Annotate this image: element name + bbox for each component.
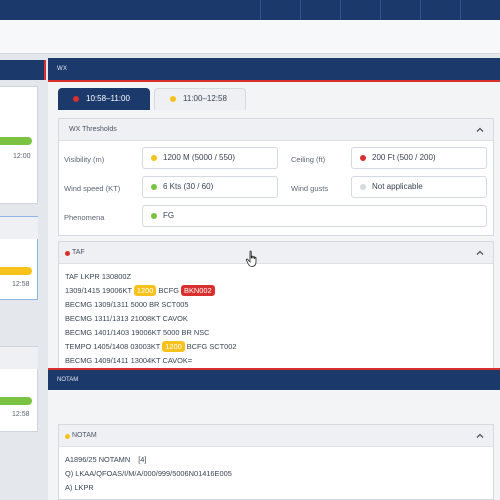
visibility-label: Visibility (m) bbox=[64, 155, 105, 164]
flight-card[interactable]: 12:00 bbox=[0, 86, 38, 204]
taf-line: BECMG 1409/1411 13004KT CAVOK= bbox=[65, 356, 193, 365]
taf-line: BECMG 1401/1403 19006KT 5000 BR NSC bbox=[65, 328, 210, 337]
flight-card[interactable]: 12:58 bbox=[0, 216, 38, 300]
flight-card[interactable]: 12:58 bbox=[0, 346, 38, 432]
chevron-up-icon[interactable] bbox=[475, 431, 485, 441]
ceiling-field: 200 Ft (500 / 200) bbox=[351, 147, 487, 169]
status-bar bbox=[0, 267, 32, 275]
wind-gusts-label: Wind gusts bbox=[291, 184, 329, 193]
wx-panel-header: WX bbox=[48, 58, 500, 82]
top-nav-bar bbox=[0, 0, 500, 20]
wind-speed-label: Wind speed (KT) bbox=[64, 184, 121, 193]
ceiling-badge: BKN002 bbox=[181, 285, 215, 296]
section-header[interactable]: TAF bbox=[59, 242, 493, 264]
hand-cursor-icon bbox=[245, 250, 257, 267]
status-dot bbox=[151, 184, 157, 190]
flight-time: 12:00 bbox=[13, 153, 31, 160]
status-dot bbox=[170, 96, 176, 102]
notam-id: A1896/25 NOTAMN bbox=[65, 455, 131, 464]
status-dot bbox=[151, 155, 157, 161]
notam-panel-header: NOTAM bbox=[48, 368, 500, 390]
taf-line: BECMG 1309/1311 5000 BR SCT005 bbox=[65, 300, 189, 309]
nav-icon-button[interactable] bbox=[460, 0, 482, 20]
phenomena-label: Phenomena bbox=[64, 213, 105, 222]
wx-thresholds-section: WX Thresholds Visibility (m) 1200 M (500… bbox=[58, 118, 494, 236]
status-dot bbox=[65, 251, 70, 256]
taf-text: BCFG SCT002 bbox=[186, 342, 237, 351]
flight-card-header bbox=[0, 217, 38, 239]
tab-label: 11:00–12:58 bbox=[183, 94, 227, 103]
visibility-field: 1200 M (5000 / 550) bbox=[142, 147, 278, 169]
notam-line: A) LKPR bbox=[65, 483, 94, 492]
status-dot bbox=[151, 213, 157, 219]
notam-line: Q) LKAA/QFOAS/I/M/A/000/999/5006N01416E0… bbox=[65, 469, 232, 478]
section-title: NOTAM bbox=[72, 432, 97, 439]
tab-period-2[interactable]: 11:00–12:58 bbox=[154, 88, 246, 110]
nav-icon-button[interactable] bbox=[260, 0, 282, 20]
tab-label: 10:58–11:00 bbox=[86, 94, 130, 103]
status-dot bbox=[65, 434, 70, 439]
phenomena-value: FG bbox=[163, 211, 175, 220]
nav-icon-button[interactable] bbox=[340, 0, 362, 20]
wx-panel: WX 10:58–11:00 11:00–12:58 WX Thresholds… bbox=[48, 58, 500, 388]
visibility-badge: 1200 bbox=[162, 341, 185, 352]
wx-panel-title: WX bbox=[57, 66, 68, 72]
section-header[interactable]: NOTAM bbox=[59, 425, 493, 447]
visibility-value: 1200 M (5000 / 550) bbox=[163, 153, 236, 162]
taf-text: TEMPO 1405/1408 03003KT bbox=[65, 342, 161, 351]
status-dot bbox=[360, 184, 366, 190]
flight-time: 12:58 bbox=[12, 411, 30, 418]
section-header[interactable]: WX Thresholds bbox=[59, 119, 493, 141]
wind-gusts-value: Not applicable bbox=[372, 182, 423, 191]
nav-icon-button[interactable] bbox=[420, 0, 442, 20]
section-title: WX Thresholds bbox=[69, 126, 117, 133]
nav-icon-button[interactable] bbox=[380, 0, 402, 20]
status-dot bbox=[73, 96, 79, 102]
status-dot bbox=[360, 155, 366, 161]
notam-panel-title: NOTAM bbox=[57, 377, 79, 383]
taf-line: TAF LKPR 130800Z bbox=[65, 272, 131, 281]
chevron-up-icon[interactable] bbox=[475, 125, 485, 135]
taf-text: 1309/1415 19006KT bbox=[65, 286, 132, 295]
notam-line: A1896/25 NOTAMN [4] bbox=[65, 455, 146, 464]
visibility-badge: 1200 bbox=[133, 285, 157, 296]
taf-line: BECMG 1311/1313 21008KT CAVOK bbox=[65, 314, 188, 323]
chevron-up-icon[interactable] bbox=[475, 248, 485, 258]
wind-speed-value: 6 Kts (30 / 60) bbox=[163, 182, 214, 191]
wind-gusts-field: Not applicable bbox=[351, 176, 487, 198]
flight-time: 12:58 bbox=[12, 281, 30, 288]
taf-text: BCFG bbox=[158, 286, 179, 295]
nav-icon-button[interactable] bbox=[300, 0, 322, 20]
toolbar bbox=[0, 20, 500, 54]
ceiling-label: Ceiling (ft) bbox=[291, 155, 326, 164]
status-bar bbox=[0, 137, 32, 145]
taf-section: TAF TAF LKPR 130800Z 1309/1415 19006KT 1… bbox=[58, 241, 494, 383]
status-bar bbox=[0, 397, 32, 405]
ceiling-value: 200 Ft (500 / 200) bbox=[372, 153, 436, 162]
tab-period-1[interactable]: 10:58–11:00 bbox=[58, 88, 150, 110]
notam-panel: NOTAM A1896/25 NOTAMN [4] Q) LKAA/QFOAS/… bbox=[48, 390, 500, 500]
notam-section: NOTAM A1896/25 NOTAMN [4] Q) LKAA/QFOAS/… bbox=[58, 424, 494, 500]
taf-line: 1309/1415 19006KT 1200 BCFG BKN002 bbox=[65, 285, 215, 296]
flight-list-header bbox=[0, 60, 46, 80]
flight-card-header bbox=[0, 347, 38, 369]
phenomena-field: FG bbox=[142, 205, 487, 227]
section-title: TAF bbox=[72, 249, 85, 256]
notam-count: [4] bbox=[138, 455, 147, 464]
taf-line: TEMPO 1405/1408 03003KT 1200 BCFG SCT002 bbox=[65, 341, 236, 352]
wind-speed-field: 6 Kts (30 / 60) bbox=[142, 176, 278, 198]
